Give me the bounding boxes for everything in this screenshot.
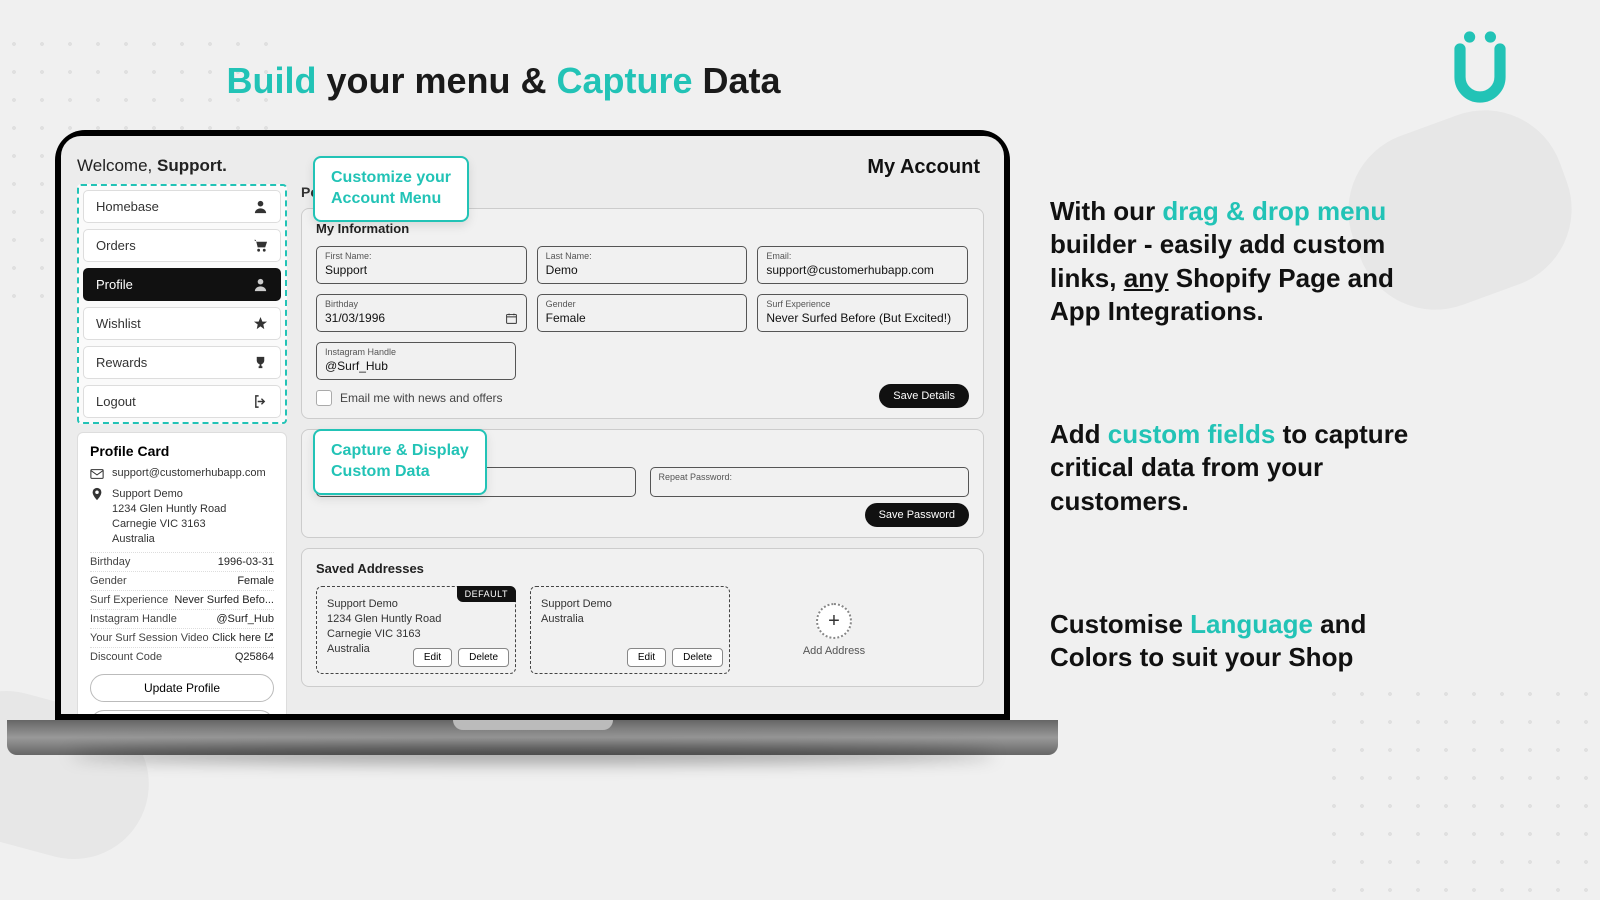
trophy-icon xyxy=(253,355,268,370)
marketing-copy: With our drag & drop menu builder - easi… xyxy=(1050,195,1430,764)
panel-my-information: My Information First Name:Support Last N… xyxy=(301,208,984,419)
user-icon xyxy=(253,199,268,214)
delete-address-button[interactable]: Delete xyxy=(458,648,509,667)
menu-item-rewards[interactable]: Rewards xyxy=(83,346,281,379)
add-address[interactable]: + Add Address xyxy=(744,603,924,657)
profile-card-title: Profile Card xyxy=(90,443,274,459)
address-card: DEFAULT Support Demo 1234 Glen Huntly Ro… xyxy=(316,586,516,674)
mail-icon xyxy=(90,467,104,481)
account-menu: Homebase Orders Profile Wishlist Rewards… xyxy=(77,184,287,424)
logout-icon xyxy=(253,394,268,409)
profile-card-row: Birthday1996-03-31 xyxy=(90,552,274,571)
page-title: My Account xyxy=(867,156,980,179)
save-password-button[interactable]: Save Password xyxy=(865,503,969,527)
menu-item-orders[interactable]: Orders xyxy=(83,229,281,262)
profile-email: support@customerhubapp.com xyxy=(112,467,266,479)
welcome-text: Welcome, Support. xyxy=(77,156,984,176)
star-icon xyxy=(253,316,268,331)
plus-icon[interactable]: + xyxy=(816,603,852,639)
cart-icon xyxy=(253,238,268,253)
menu-item-logout[interactable]: Logout xyxy=(83,385,281,418)
panel-title: My Information xyxy=(316,221,969,236)
save-details-button[interactable]: Save Details xyxy=(879,384,969,408)
default-badge: DEFAULT xyxy=(457,586,516,602)
page-headline: Build your menu & Capture Data xyxy=(0,60,1007,102)
first-name-field[interactable]: First Name:Support xyxy=(316,246,527,284)
profile-address: Support Demo 1234 Glen Huntly Road Carne… xyxy=(112,487,226,546)
edit-address-button[interactable]: Edit xyxy=(627,648,666,667)
user-solid-icon xyxy=(253,277,268,292)
repeat-password-field[interactable]: Repeat Password: xyxy=(650,467,970,497)
panel-title: Saved Addresses xyxy=(316,561,969,576)
brand-logo xyxy=(1440,25,1520,110)
callout-capture-data: Capture & DisplayCustom Data xyxy=(313,429,487,495)
change-password-button[interactable]: Change my Password xyxy=(90,710,274,714)
panel-addresses: Saved Addresses DEFAULT Support Demo 123… xyxy=(301,548,984,687)
profile-card-row: Discount CodeQ25864 xyxy=(90,647,274,666)
menu-item-wishlist[interactable]: Wishlist xyxy=(83,307,281,340)
callout-customize-menu: Customize yourAccount Menu xyxy=(313,156,469,222)
instagram-field[interactable]: Instagram Handle@Surf_Hub xyxy=(316,342,516,380)
menu-item-homebase[interactable]: Homebase xyxy=(83,190,281,223)
profile-card-row: GenderFemale xyxy=(90,571,274,590)
birthday-field[interactable]: Birthday31/03/1996 xyxy=(316,294,527,332)
checkbox-icon[interactable] xyxy=(316,390,332,406)
profile-card-row: Surf ExperienceNever Surfed Befo... xyxy=(90,590,274,609)
address-card: Support Demo Australia Edit Delete xyxy=(530,586,730,674)
last-name-field[interactable]: Last Name:Demo xyxy=(537,246,748,284)
external-link-icon xyxy=(264,632,274,642)
calendar-icon xyxy=(505,312,518,325)
laptop-base xyxy=(7,720,1058,755)
menu-item-profile[interactable]: Profile xyxy=(83,268,281,301)
newsletter-opt-in[interactable]: Email me with news and offers xyxy=(316,390,969,406)
surf-experience-field[interactable]: Surf ExperienceNever Surfed Before (But … xyxy=(757,294,968,332)
delete-address-button[interactable]: Delete xyxy=(672,648,723,667)
laptop-mockup: Welcome, Support. Customize yourAccount … xyxy=(55,130,1010,770)
update-profile-button[interactable]: Update Profile xyxy=(90,674,274,702)
profile-card: Profile Card support@customerhubapp.com … xyxy=(77,432,287,714)
email-field[interactable]: Email:support@customerhubapp.com xyxy=(757,246,968,284)
edit-address-button[interactable]: Edit xyxy=(413,648,452,667)
profile-card-row: Your Surf Session VideoClick here xyxy=(90,628,274,647)
pin-icon xyxy=(90,487,104,501)
profile-card-row: Instagram Handle@Surf_Hub xyxy=(90,609,274,628)
gender-field[interactable]: GenderFemale xyxy=(537,294,748,332)
